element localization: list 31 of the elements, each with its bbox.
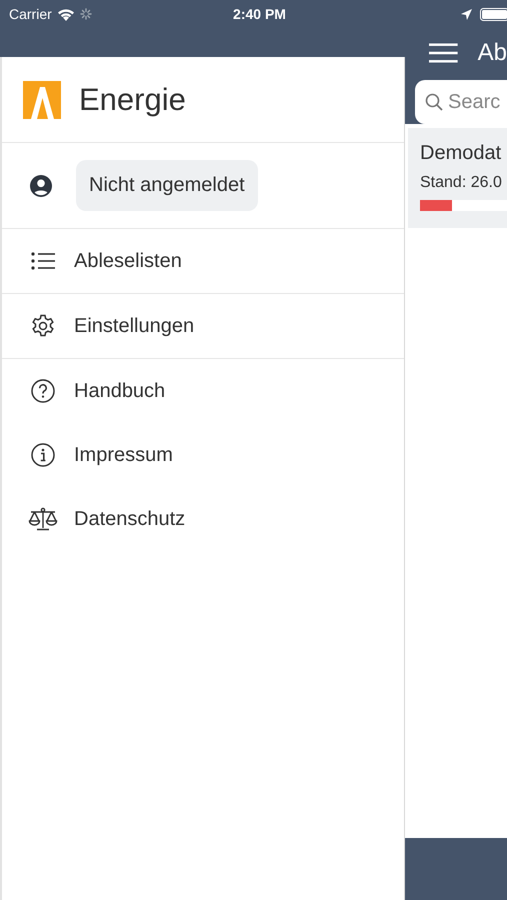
user-avatar-icon	[30, 174, 52, 196]
menu-item[interactable]: Datenschutz	[2, 487, 404, 551]
list-card[interactable]: Demodat Stand: 26.0	[408, 128, 507, 228]
battery-icon	[480, 8, 507, 20]
menu-item-label: Datenschutz	[74, 508, 186, 530]
status-time: 2:40 PM	[233, 6, 286, 22]
menu-item-label: Impressum	[74, 444, 173, 466]
wifi-icon	[56, 8, 75, 20]
activity-spinner-icon	[80, 8, 92, 20]
logo-icon	[23, 80, 61, 118]
menu-item-label: Handbuch	[74, 380, 166, 402]
menu-icon[interactable]	[429, 42, 458, 64]
location-arrow-icon	[460, 8, 472, 20]
card-title: Demodat	[420, 142, 502, 165]
menu-item[interactable]: Impressum	[2, 423, 404, 487]
search-field[interactable]: Searc	[415, 80, 507, 124]
menu-item[interactable]: Einstellungen	[2, 294, 404, 358]
app-name: Energie	[79, 82, 186, 118]
login-status-button[interactable]: Nicht angemeldet	[76, 160, 258, 211]
card-subtitle: Stand: 26.0	[420, 174, 503, 192]
menu-item-label: Einstellungen	[74, 314, 194, 338]
carrier-label: Carrier	[9, 6, 52, 22]
help-icon	[31, 379, 55, 403]
list-icon	[31, 252, 55, 270]
menu-item-label: Ableselisten	[74, 250, 182, 272]
menu-item[interactable]: Ableselisten	[2, 229, 404, 293]
menu-item[interactable]: Handbuch	[2, 359, 404, 423]
settings-icon	[31, 314, 55, 338]
info-icon	[31, 443, 55, 467]
page-title: Ab	[478, 39, 507, 67]
scale-icon	[28, 507, 58, 531]
